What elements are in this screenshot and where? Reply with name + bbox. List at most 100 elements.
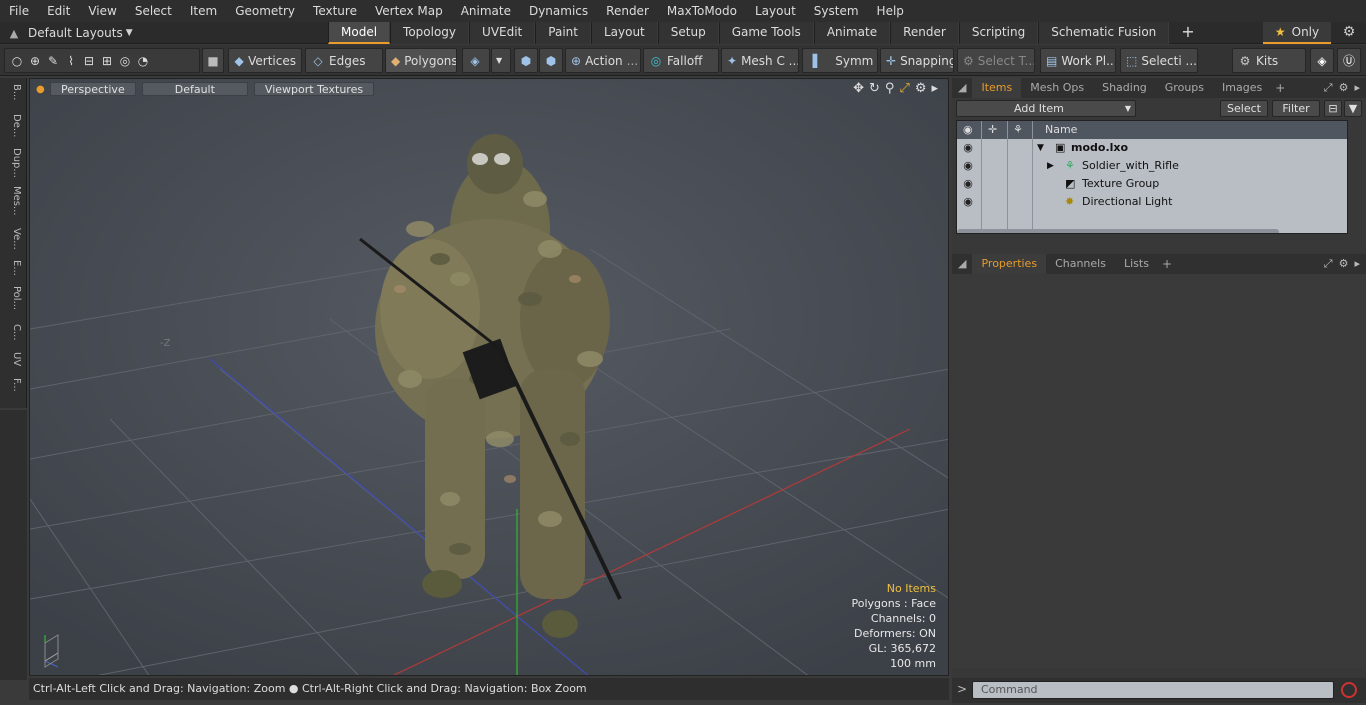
center-icon[interactable]: ⊞ <box>100 54 114 68</box>
gear-icon[interactable]: ⚙ <box>1339 257 1349 271</box>
polygons-button[interactable]: ◆ Polygons <box>385 48 457 73</box>
shading-button[interactable]: Default <box>141 82 248 96</box>
gear-icon[interactable]: ⚙ <box>1338 24 1360 42</box>
tab-paint[interactable]: Paint <box>535 22 591 44</box>
add-item-button[interactable]: Add Item ▼ <box>956 100 1136 117</box>
strip-tab-mesh-edit[interactable]: Mes... <box>4 186 22 216</box>
symmetry-toggle[interactable]: ⬢ <box>539 48 563 73</box>
play-icon[interactable]: ▸ <box>1354 81 1360 95</box>
tab-schematic-fusion[interactable]: Schematic Fusion <box>1038 22 1170 44</box>
falloff-button[interactable]: ◎ Falloff <box>643 48 719 73</box>
menu-maxtomodo[interactable]: MaxToModo <box>658 0 746 22</box>
menu-select[interactable]: Select <box>126 0 181 22</box>
zoom-icon[interactable]: ⚲ <box>885 81 895 96</box>
align-icon[interactable]: ⊟ <box>82 54 96 68</box>
visibility-column-icon[interactable]: ◉ <box>963 121 973 139</box>
panel-grip-icon[interactable]: ◢ <box>952 254 972 274</box>
menu-edit[interactable]: Edit <box>38 0 79 22</box>
strip-tab-vertex[interactable]: Ve... <box>4 228 22 250</box>
menu-animate[interactable]: Animate <box>452 0 520 22</box>
eye-icon[interactable]: ◉ <box>961 139 975 157</box>
play-icon[interactable]: ▸ <box>1354 257 1360 271</box>
edges-button[interactable]: ◇ Edges <box>305 48 383 73</box>
strip-tab-deform[interactable]: De... <box>4 114 22 137</box>
globe-icon[interactable]: ⊕ <box>28 54 42 68</box>
tab-model[interactable]: Model <box>328 22 391 44</box>
rotate-icon[interactable]: ↻ <box>869 81 880 96</box>
action-center-button[interactable]: ⊕ Action... <box>565 48 641 73</box>
pin-icon[interactable]: ▲ <box>0 27 28 40</box>
strip-tab-fusion[interactable]: F... <box>4 378 22 392</box>
strip-tab-curve[interactable]: C... <box>4 324 22 341</box>
tab-properties[interactable]: Properties <box>972 254 1047 274</box>
expand-icon[interactable]: ⤢ <box>1324 257 1333 271</box>
add-panel-tab-icon[interactable]: + <box>1271 81 1289 95</box>
eye-icon[interactable]: ◉ <box>961 193 975 211</box>
unreal-button[interactable]: Ⓤ <box>1337 48 1361 73</box>
only-button[interactable]: ★ Only <box>1263 22 1331 44</box>
menu-file[interactable]: File <box>0 0 38 22</box>
tab-game-tools[interactable]: Game Tools <box>718 22 814 44</box>
menu-item[interactable]: Item <box>181 0 226 22</box>
expand-icon[interactable]: ⤢ <box>1324 81 1333 95</box>
select-through-button[interactable]: ⚙ Select T... <box>957 48 1035 73</box>
kits-button[interactable]: ⚙ Kits <box>1232 48 1306 73</box>
tab-mesh-ops[interactable]: Mesh Ops <box>1021 78 1093 98</box>
menu-layout[interactable]: Layout <box>746 0 805 22</box>
workplane-button[interactable]: ▤ Work Pl... <box>1040 48 1116 73</box>
snap-toggle[interactable]: ⬢ <box>514 48 538 73</box>
type-column-icon[interactable]: ⚘ <box>1013 121 1023 139</box>
viewport-options-icon[interactable]: ● <box>36 84 45 95</box>
menu-render[interactable]: Render <box>597 0 658 22</box>
3d-viewport[interactable]: -Z ● Perspective Default Viewport Textur… <box>29 78 949 676</box>
selection-sets-button[interactable]: ⬚ Selecti ... <box>1120 48 1198 73</box>
pen-icon[interactable]: ✎ <box>46 54 60 68</box>
command-input[interactable]: Command <box>972 681 1334 699</box>
menu-geometry[interactable]: Geometry <box>226 0 304 22</box>
lock-column-icon[interactable]: ✛ <box>988 121 997 139</box>
collapse-icon[interactable]: ⊟ <box>1324 100 1342 117</box>
mesh-constraint-button[interactable]: ✦ Mesh C ... <box>721 48 799 73</box>
menu-vertex-map[interactable]: Vertex Map <box>366 0 452 22</box>
tree-row[interactable]: ◉ ◩ Texture Group <box>957 175 1347 193</box>
gear-icon[interactable]: ⚙ <box>915 81 927 96</box>
expand-arrow-icon[interactable]: ▶ <box>1047 157 1054 175</box>
collapse-arrow-icon[interactable]: ▼ <box>1037 139 1044 157</box>
layout-selector[interactable]: ▲ Default Layouts ▼ <box>0 22 133 44</box>
tree-row[interactable]: ◉ ▶ ⚘ Soldier_with_Rifle <box>957 157 1347 175</box>
unity-button[interactable]: ◈ <box>1310 48 1334 73</box>
strip-tab-polygon[interactable]: Pol... <box>4 286 22 310</box>
tree-row[interactable]: ◉ ✸ Directional Light <box>957 193 1347 211</box>
menu-dynamics[interactable]: Dynamics <box>520 0 597 22</box>
tab-animate[interactable]: Animate <box>813 22 891 44</box>
tab-shading[interactable]: Shading <box>1093 78 1156 98</box>
pan-icon[interactable]: ✥ <box>853 81 864 96</box>
tab-images[interactable]: Images <box>1213 78 1271 98</box>
tab-render[interactable]: Render <box>890 22 959 44</box>
tab-items[interactable]: Items <box>972 78 1022 98</box>
add-tab-icon[interactable]: + <box>1169 22 1206 44</box>
add-panel-tab-icon[interactable]: + <box>1158 257 1176 271</box>
maximize-icon[interactable]: ⤢ <box>899 81 909 96</box>
projection-button[interactable]: Perspective <box>50 82 136 96</box>
tab-groups[interactable]: Groups <box>1156 78 1213 98</box>
strip-tab-duplicate[interactable]: Dup... <box>4 148 22 178</box>
tab-topology[interactable]: Topology <box>390 22 470 44</box>
menu-texture[interactable]: Texture <box>304 0 366 22</box>
circle-select-icon[interactable]: ○ <box>10 54 24 68</box>
eye-icon[interactable]: ◉ <box>961 157 975 175</box>
tab-setup[interactable]: Setup <box>657 22 719 44</box>
tree-horizontal-scrollbar[interactable] <box>957 229 1279 233</box>
material-mode-button[interactable]: ◈ <box>462 48 490 73</box>
name-column-header[interactable]: Name <box>1045 121 1077 139</box>
tab-uvedit[interactable]: UVEdit <box>469 22 536 44</box>
ring-icon[interactable]: ◎ <box>118 54 132 68</box>
tree-row[interactable]: ◉ ▼ ▣ modo.lxo <box>957 139 1347 157</box>
pie-icon[interactable]: ◔ <box>136 54 150 68</box>
tab-scripting[interactable]: Scripting <box>958 22 1039 44</box>
stop-icon[interactable] <box>1341 682 1357 698</box>
symmetry-button[interactable]: ▐ Symm ... <box>802 48 878 73</box>
viewport-textures-button[interactable]: Viewport Textures <box>253 82 375 96</box>
filter-button[interactable]: Filter <box>1272 100 1320 117</box>
select-button[interactable]: Select <box>1220 100 1268 117</box>
